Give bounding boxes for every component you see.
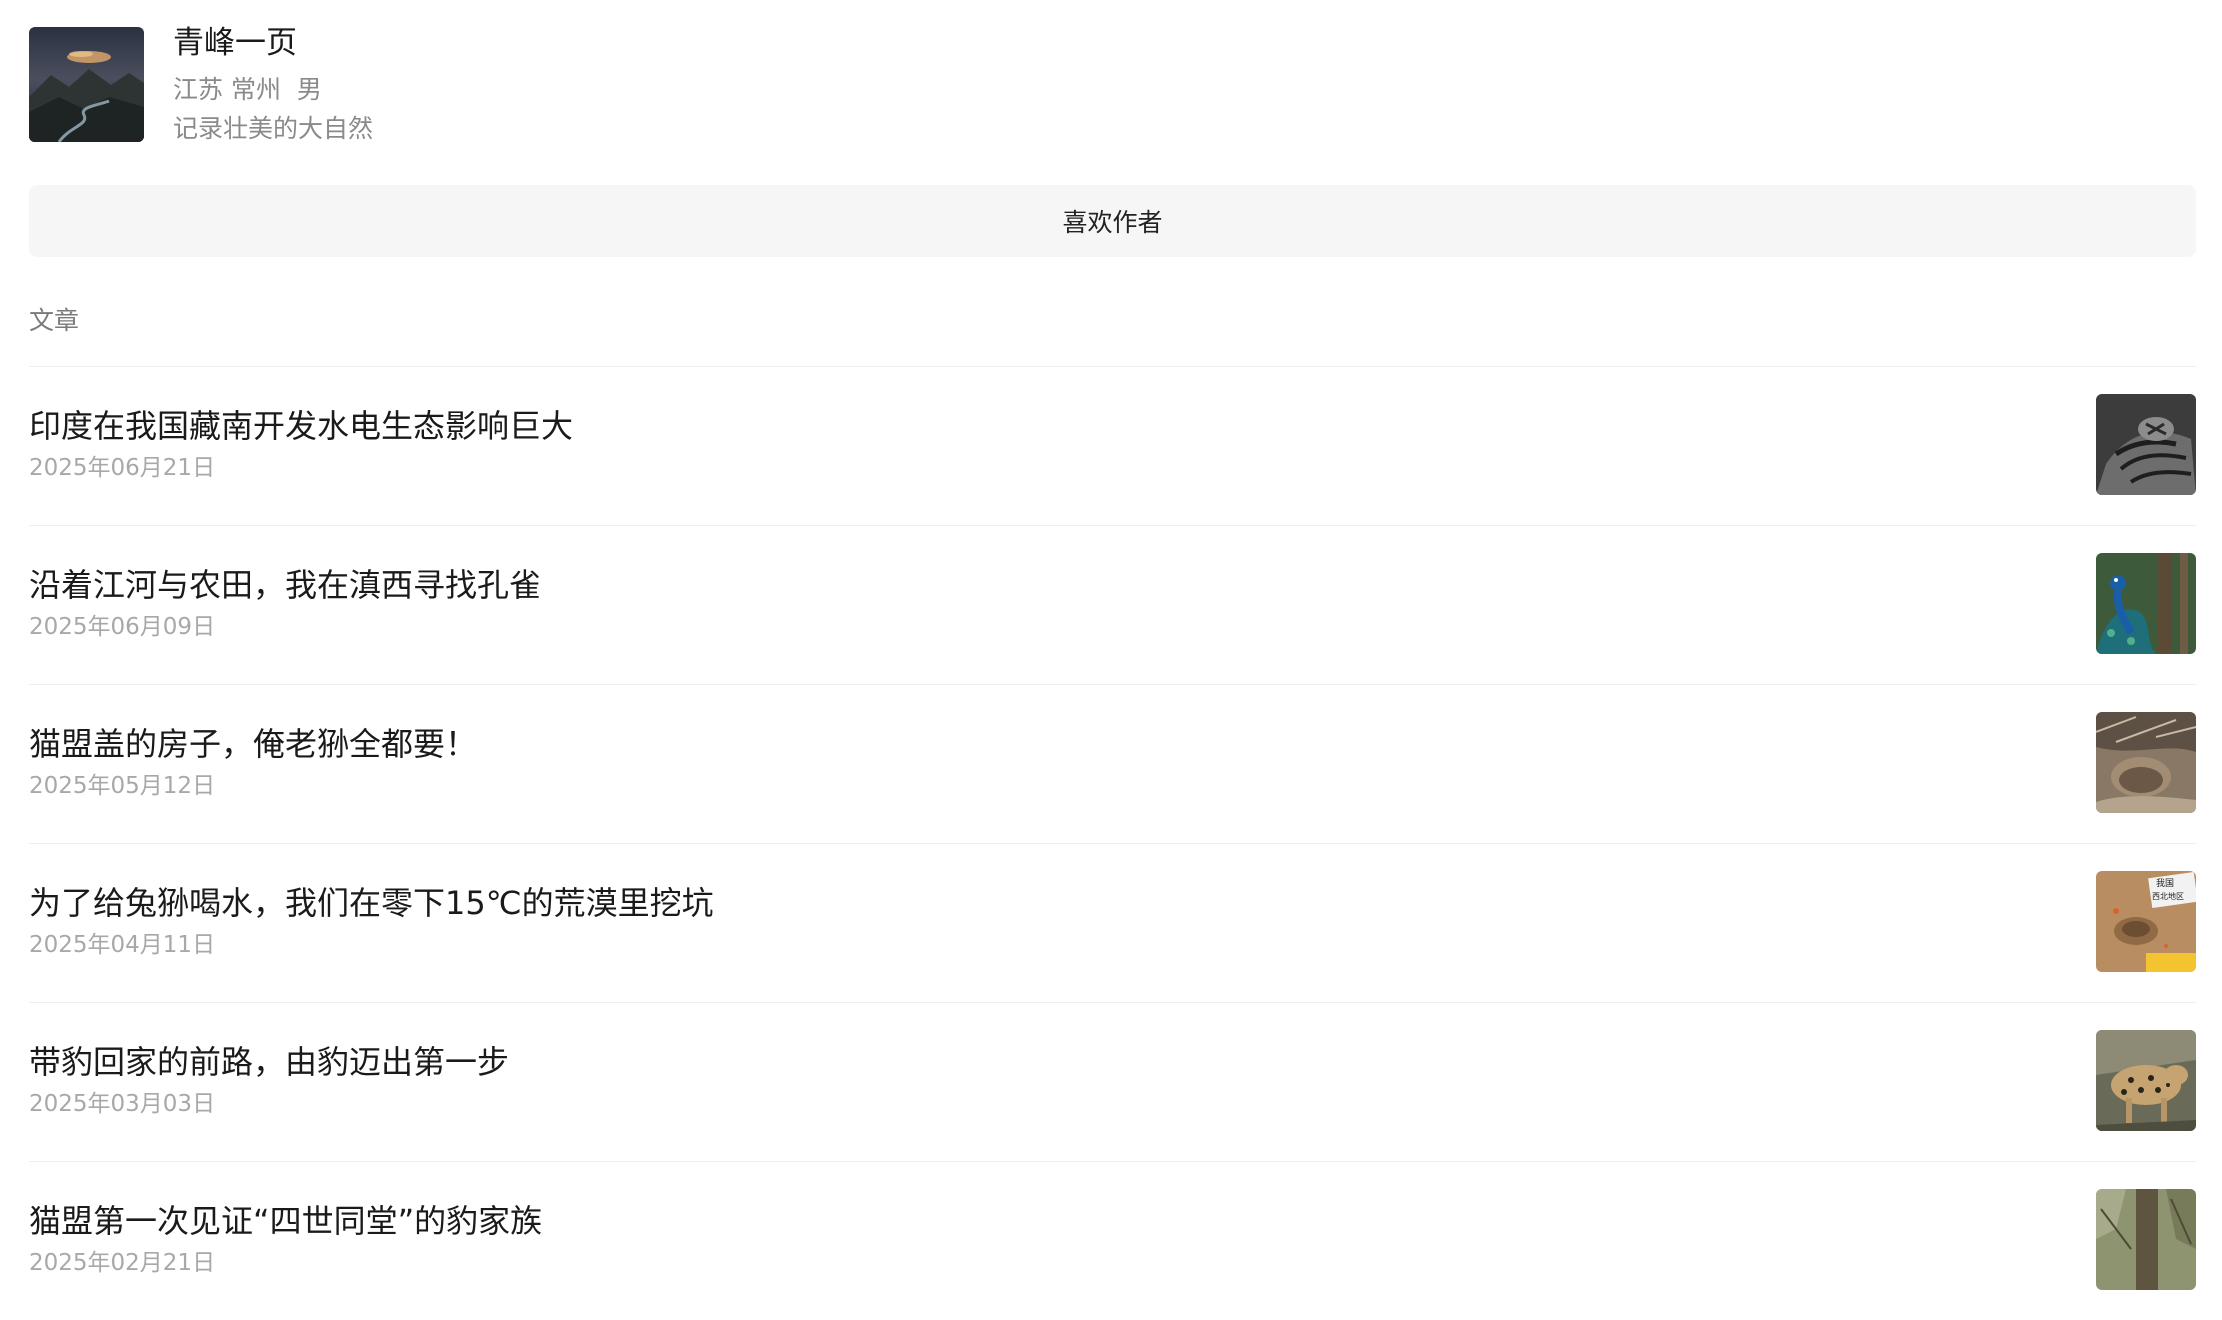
article-title[interactable]: 印度在我国藏南开发水电生态影响巨大 [29, 404, 573, 448]
article-list: 印度在我国藏南开发水电生态影响巨大 2025年06月21日 沿着江河与农田，我在… [29, 366, 2196, 1320]
article-thumbnail[interactable] [2096, 1030, 2196, 1131]
like-author-button[interactable]: 喜欢作者 [29, 185, 2196, 257]
article-date: 2025年05月12日 [29, 773, 216, 799]
article-row[interactable]: 为了给兔狲喝水，我们在零下15℃的荒漠里挖坑 2025年04月11日 我国 西北… [29, 843, 2196, 1002]
article-thumbnail[interactable] [2096, 553, 2196, 654]
author-location-gender: 江苏 常州 男 [173, 75, 322, 104]
forest-tree-photo-icon [2096, 1189, 2196, 1290]
article-date: 2025年06月21日 [29, 455, 216, 481]
article-row[interactable]: 猫盟盖的房子，俺老狲全都要！ 2025年05月12日 [29, 684, 2196, 843]
desert-dig-photo-icon: 我国 西北地区 [2096, 871, 2196, 972]
article-thumbnail[interactable] [2096, 712, 2196, 813]
article-date: 2025年02月21日 [29, 1250, 216, 1276]
article-date: 2025年03月03日 [29, 1091, 216, 1117]
leopard-photo-icon [2096, 1030, 2196, 1131]
author-avatar[interactable] [29, 27, 144, 142]
thumb-text: 西北地区 [2152, 891, 2184, 901]
author-name: 青峰一页 [173, 25, 297, 61]
article-title[interactable]: 猫盟第一次见证“四世同堂”的豹家族 [29, 1199, 542, 1243]
article-thumbnail[interactable]: 我国 西北地区 [2096, 871, 2196, 972]
article-row[interactable]: 猫盟第一次见证“四世同堂”的豹家族 2025年02月21日 [29, 1161, 2196, 1320]
article-title[interactable]: 带豹回家的前路，由豹迈出第一步 [29, 1040, 509, 1084]
article-row[interactable]: 沿着江河与农田，我在滇西寻找孔雀 2025年06月09日 [29, 525, 2196, 684]
article-title[interactable]: 为了给兔狲喝水，我们在零下15℃的荒漠里挖坑 [29, 881, 714, 925]
article-date: 2025年06月09日 [29, 614, 216, 640]
author-profile: 青峰一页 江苏 常州 男 记录壮美的大自然 [29, 0, 2196, 170]
article-thumbnail[interactable] [2096, 394, 2196, 495]
article-thumbnail[interactable] [2096, 1189, 2196, 1290]
author-page: 青峰一页 江苏 常州 男 记录壮美的大自然 喜欢作者 文章 印度在我国藏南开发水… [29, 0, 2196, 1290]
article-title[interactable]: 猫盟盖的房子，俺老狲全都要！ [29, 722, 477, 766]
tiger-bw-photo-icon [2096, 394, 2196, 495]
author-bio: 记录壮美的大自然 [173, 114, 374, 143]
article-row[interactable]: 带豹回家的前路，由豹迈出第一步 2025年03月03日 [29, 1002, 2196, 1161]
den-burrow-photo-icon [2096, 712, 2196, 813]
article-date: 2025年04月11日 [29, 932, 216, 958]
article-title[interactable]: 沿着江河与农田，我在滇西寻找孔雀 [29, 563, 541, 607]
articles-section-label: 文章 [29, 306, 80, 335]
thumb-text: 我国 [2156, 878, 2174, 889]
mountain-landscape-icon [29, 27, 144, 142]
article-row[interactable]: 印度在我国藏南开发水电生态影响巨大 2025年06月21日 [29, 366, 2196, 525]
peacock-photo-icon [2096, 553, 2196, 654]
